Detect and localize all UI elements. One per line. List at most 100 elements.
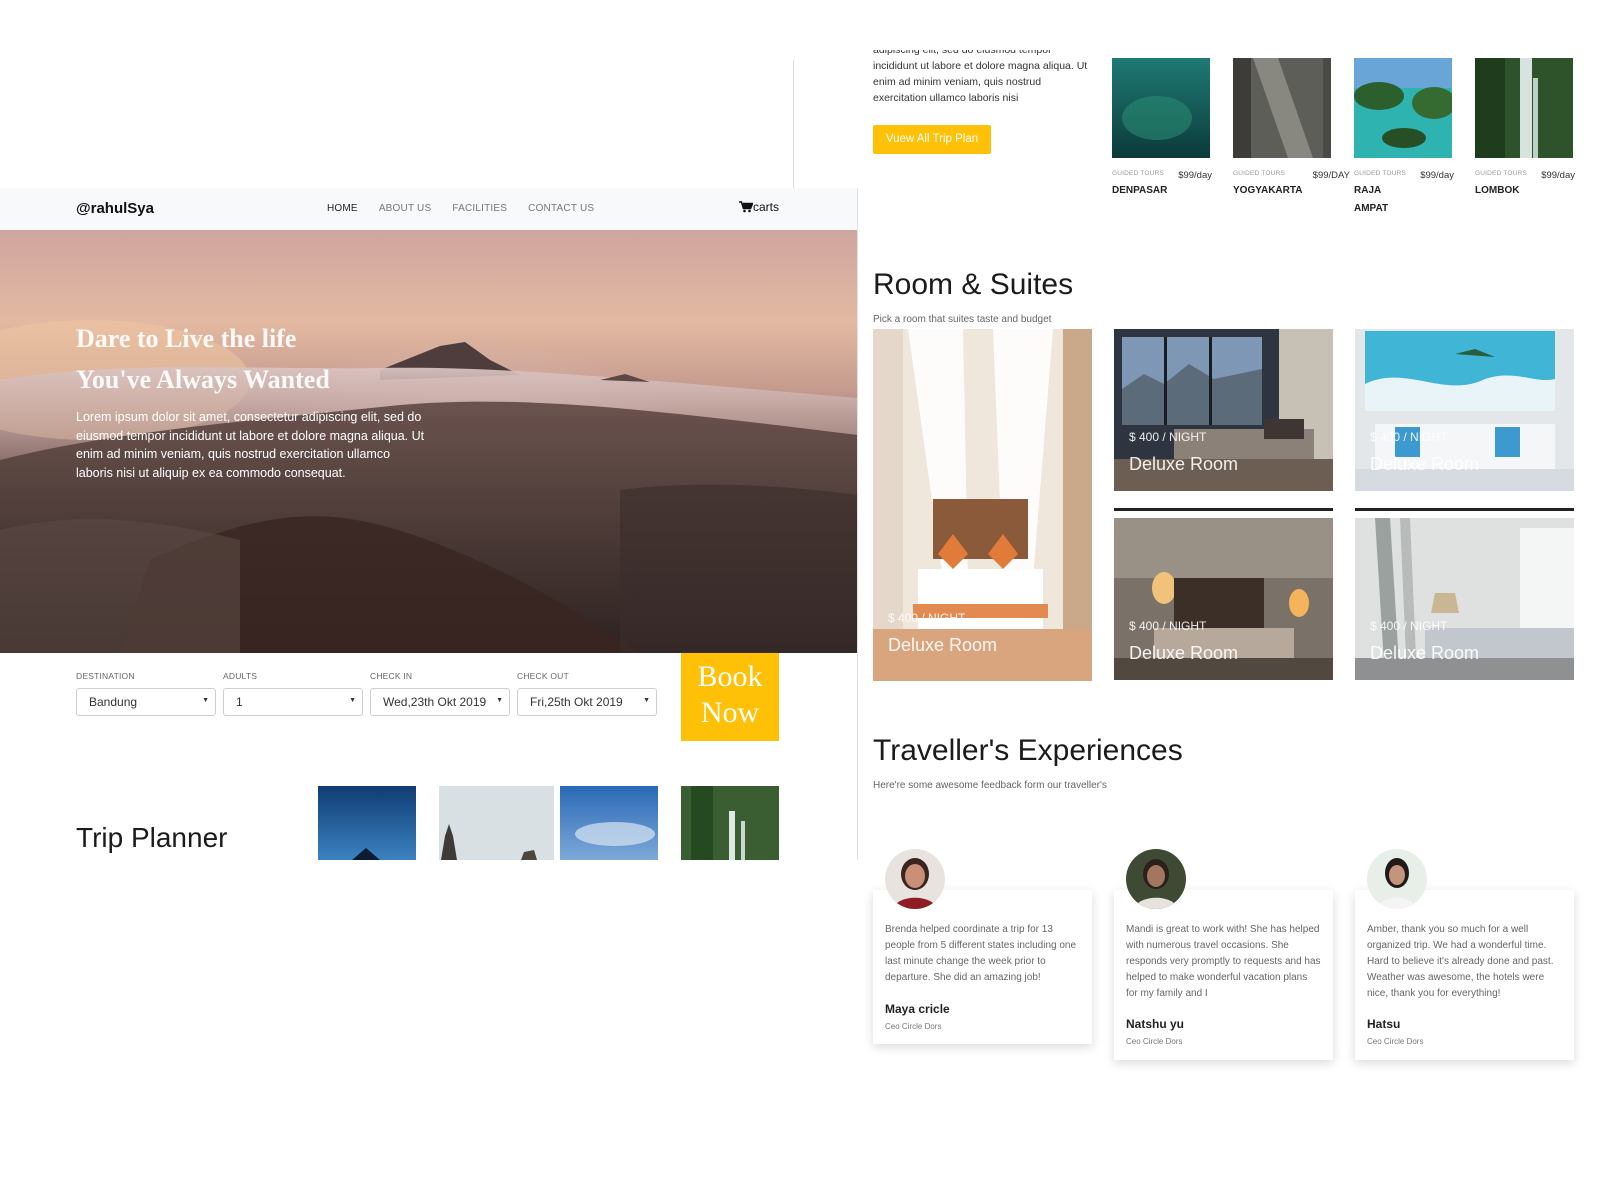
room-card[interactable]: $ 400 / NIGHT Deluxe Room xyxy=(1114,329,1333,491)
testimonial-role: Ceo Circle Dors xyxy=(1367,1037,1424,1046)
avatar xyxy=(1126,849,1186,909)
dest-price: $99/day xyxy=(1420,170,1454,181)
caret-down-icon: ▼ xyxy=(349,697,356,704)
trip-thumbnail-sky[interactable] xyxy=(560,786,658,860)
nav-about[interactable]: ABOUT US xyxy=(379,203,432,214)
carts-label: carts xyxy=(753,200,780,214)
dest-price: $99/DAY xyxy=(1312,170,1350,181)
book-now-line1: Book xyxy=(697,660,763,693)
testimonial-card: Amber, thank you so much for a well orga… xyxy=(1355,890,1574,1060)
rooms-title: Room & Suites xyxy=(873,268,1074,301)
destination-select[interactable]: Bandung ▼ xyxy=(76,688,216,716)
room-price: $ 400 / NIGHT xyxy=(1129,619,1207,633)
shopping-cart-icon xyxy=(739,201,753,213)
adults-select[interactable]: 1 ▼ xyxy=(223,688,363,716)
trip-planner-intro: adipiscing elit, sed do eiusmod tempor i… xyxy=(873,50,1093,116)
testimonial-name: Natshu yu xyxy=(1126,1017,1185,1031)
destination-card-lombok[interactable]: GUIDED TOURS $99/day LOMBOK xyxy=(1475,58,1575,200)
testimonial-name: Maya cricle xyxy=(885,1002,950,1016)
dest-tag: GUIDED TOURS xyxy=(1112,170,1165,177)
check-in-field: CHECK IN Wed,23th Okt 2019 ▼ xyxy=(370,671,510,716)
hero-title-line1: Dare to Live the life xyxy=(76,324,297,353)
check-in-select[interactable]: Wed,23th Okt 2019 ▼ xyxy=(370,688,510,716)
testimonial-text: Mandi is great to work with! She has hel… xyxy=(1126,924,1321,999)
testimonial-role: Ceo Circle Dors xyxy=(1126,1037,1183,1046)
brand-logo[interactable]: @rahulSya xyxy=(76,200,154,217)
underwater-image xyxy=(1112,58,1210,158)
room-card[interactable]: $ 400 / NIGHT Deluxe Room xyxy=(873,329,1092,681)
testimonial-card: Brenda helped coordinate a trip for 13 p… xyxy=(873,890,1092,1044)
carts-link[interactable]: carts xyxy=(739,200,779,214)
room-price: $ 400 / NIGHT xyxy=(1129,430,1207,444)
divider-line xyxy=(793,60,794,188)
hero-description: Lorem ipsum dolor sit amet, consectetur … xyxy=(76,410,425,480)
nav-contact[interactable]: CONTACT US xyxy=(528,203,594,214)
canopy-bed-image xyxy=(873,329,1092,681)
room-name: Deluxe Room xyxy=(1370,454,1480,474)
testimonial-card: Mandi is great to work with! She has hel… xyxy=(1114,890,1333,1060)
hero-title: Dare to Live the life You've Always Want… xyxy=(76,318,330,400)
destination-card-raja-ampat[interactable]: GUIDED TOURS $99/day RAJA AMPAT xyxy=(1354,58,1456,218)
traveller-photo xyxy=(1367,849,1427,909)
view-all-trip-plan-button[interactable]: Vuew All Trip Plan xyxy=(873,125,991,154)
avatar xyxy=(885,849,945,909)
caret-down-icon: ▼ xyxy=(496,697,503,704)
check-out-value: Fri,25th Okt 2019 xyxy=(530,695,623,709)
testimonial-role: Ceo Circle Dors xyxy=(885,1022,942,1031)
room-card-top-border xyxy=(1114,508,1333,511)
trip-thumbnail-temple[interactable] xyxy=(439,786,554,860)
nav-facilities[interactable]: FACILITIES xyxy=(452,203,507,214)
experiences-subtitle: Here're some awesome feedback form our t… xyxy=(873,780,1107,791)
destination-value: Bandung xyxy=(89,695,138,709)
trip-planner-title: Trip Planner xyxy=(76,822,228,853)
caret-down-icon: ▼ xyxy=(202,697,209,704)
islands-image xyxy=(1354,58,1456,158)
experiences-title: Traveller's Experiences xyxy=(873,734,1183,767)
testimonial-text: Amber, thank you so much for a well orga… xyxy=(1367,924,1554,999)
hero-title-line2: You've Always Wanted xyxy=(76,365,330,394)
destination-card-yogyakarta[interactable]: GUIDED TOURS $99/DAY YOGYAKARTA xyxy=(1233,58,1350,200)
dest-tag: GUIDED TOURS xyxy=(1354,170,1407,177)
room-card[interactable]: $ 400 / NIGHT Deluxe Room xyxy=(1355,518,1574,680)
adults-field: ADULTS 1 ▼ xyxy=(223,671,363,716)
room-price: $ 400 / NIGHT xyxy=(888,611,966,625)
room-name: Deluxe Room xyxy=(1129,454,1239,474)
adults-value: 1 xyxy=(236,695,243,709)
destination-field: DESTINATION Bandung ▼ xyxy=(76,671,216,716)
room-name: Deluxe Room xyxy=(888,635,998,655)
room-card[interactable]: $ 400 / NIGHT Deluxe Room xyxy=(1355,329,1574,491)
check-out-select[interactable]: Fri,25th Okt 2019 ▼ xyxy=(517,688,657,716)
waterfall-image xyxy=(1475,58,1573,158)
caret-down-icon: ▼ xyxy=(643,697,650,704)
trip-planner-intro-text: incididunt ut labore et dolore magna ali… xyxy=(873,60,1088,104)
trip-thumbnail-denpasar[interactable] xyxy=(318,786,416,860)
destination-card-denpasar[interactable]: GUIDED TOURS $99/day DENPASAR xyxy=(1112,58,1212,200)
dest-tag: GUIDED TOURS xyxy=(1475,170,1528,177)
room-price: $ 400 / NIGHT xyxy=(1370,430,1448,444)
check-out-label: CHECK OUT xyxy=(517,671,569,681)
dest-price: $99/day xyxy=(1541,170,1575,181)
room-price: $ 400 / NIGHT xyxy=(1370,619,1448,633)
room-name: Deluxe Room xyxy=(1129,643,1239,663)
testimonial-name: Hatsu xyxy=(1367,1017,1401,1031)
testimonial-text: Brenda helped coordinate a trip for 13 p… xyxy=(885,924,1077,983)
dest-price: $99/day xyxy=(1178,170,1212,181)
destination-label: DESTINATION xyxy=(76,671,135,681)
book-now-button[interactable]: Book Now xyxy=(681,653,779,741)
rooms-subtitle: Pick a room that suites taste and budget xyxy=(873,314,1052,325)
room-card-top-border xyxy=(1355,508,1574,511)
home-page-preview: @rahulSya HOME ABOUT US FACILITIES CONTA… xyxy=(0,188,858,860)
avatar xyxy=(1367,849,1427,909)
check-in-value: Wed,23th Okt 2019 xyxy=(383,695,487,709)
nav-links: HOME ABOUT US FACILITIES CONTACT US xyxy=(327,203,594,214)
check-in-label: CHECK IN xyxy=(370,671,413,681)
traveller-photo xyxy=(1126,849,1186,909)
nav-home[interactable]: HOME xyxy=(327,203,358,214)
check-out-field: CHECK OUT Fri,25th Okt 2019 ▼ xyxy=(517,671,657,716)
trip-planner-intro-cut: adipiscing elit, sed do eiusmod tempor xyxy=(873,50,1052,56)
room-card[interactable]: $ 400 / NIGHT Deluxe Room xyxy=(1114,518,1333,680)
details-page-preview: adipiscing elit, sed do eiusmod tempor i… xyxy=(858,0,1600,1200)
trip-thumbnail-forest[interactable] xyxy=(681,786,779,860)
dest-tag: GUIDED TOURS xyxy=(1233,170,1286,177)
adults-label: ADULTS xyxy=(223,671,258,681)
